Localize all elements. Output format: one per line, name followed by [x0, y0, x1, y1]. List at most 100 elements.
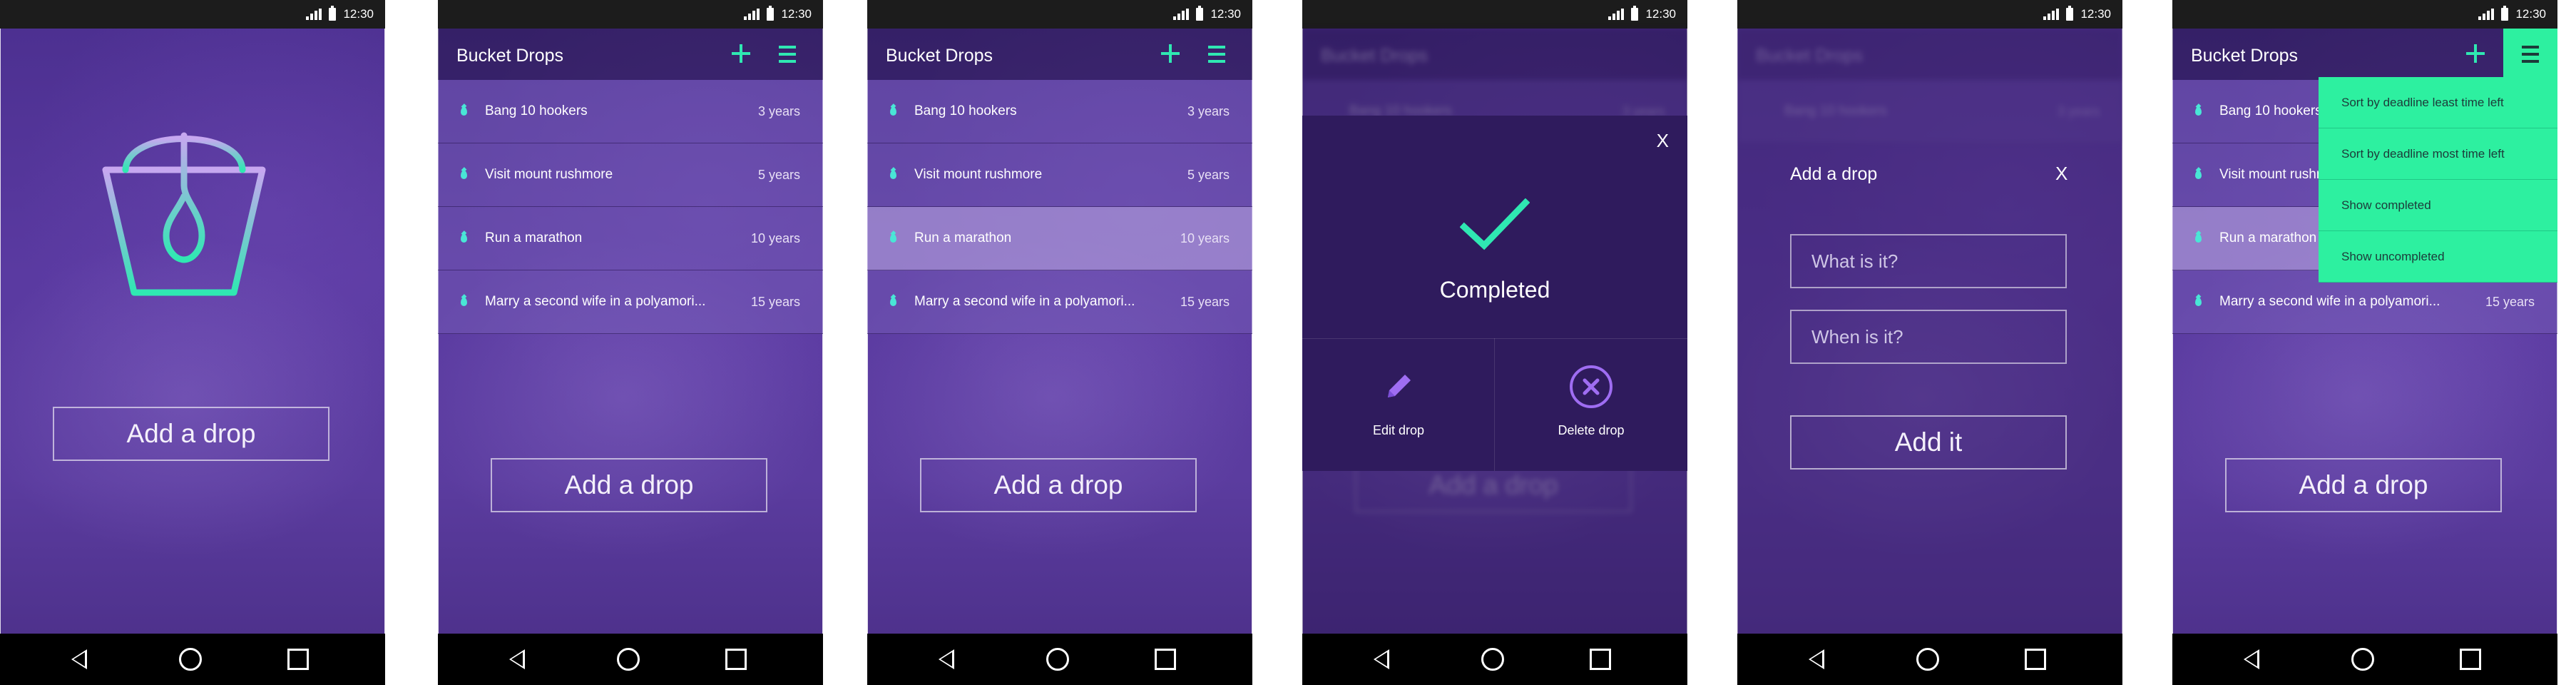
- battery-icon: [1631, 6, 1639, 21]
- bucket-logo-icon: [102, 132, 266, 296]
- status-bar: 12:30: [438, 0, 823, 29]
- plus-icon[interactable]: [730, 43, 752, 64]
- plus-icon[interactable]: [1160, 43, 1181, 64]
- what-input[interactable]: What is it?: [1790, 234, 2067, 288]
- menu-icon[interactable]: [2522, 46, 2539, 63]
- list-item[interactable]: Bang 10 hookers 3 years: [438, 80, 823, 143]
- back-icon[interactable]: [939, 649, 954, 669]
- list-item[interactable]: Visit mount rushmore 5 years: [438, 143, 823, 207]
- list-item-selected[interactable]: Run a marathon 10 years: [867, 207, 1252, 270]
- drop-title: Marry a second wife in a polyamori...: [914, 294, 1135, 309]
- home-icon[interactable]: [617, 648, 640, 671]
- show-uncompleted[interactable]: Show uncompleted: [2319, 231, 2557, 283]
- drop-icon: [2195, 107, 2202, 116]
- home-icon[interactable]: [1916, 648, 1939, 671]
- signal-icon: [306, 9, 322, 20]
- drop-icon: [890, 171, 896, 179]
- signal-icon: [1608, 9, 1625, 20]
- recent-apps-icon[interactable]: [2025, 649, 2046, 670]
- app-bar: Bucket Drops: [2172, 29, 2557, 80]
- back-icon[interactable]: [2244, 649, 2259, 669]
- app-title: Bucket Drops: [456, 46, 564, 66]
- plus-icon[interactable]: [2465, 43, 2486, 64]
- drop-title: Marry a second wife in a polyamori...: [2219, 294, 2440, 309]
- drop-icon: [2195, 171, 2202, 179]
- recent-apps-icon[interactable]: [1155, 649, 1176, 670]
- home-icon[interactable]: [2351, 648, 2374, 671]
- signal-icon: [744, 9, 760, 20]
- edit-drop-label: Edit drop: [1372, 423, 1425, 437]
- when-input[interactable]: When is it?: [1790, 310, 2067, 364]
- list-item[interactable]: Marry a second wife in a polyamori... 15 …: [438, 270, 823, 334]
- recent-apps-icon[interactable]: [725, 649, 747, 670]
- battery-icon: [2501, 6, 2509, 21]
- delete-drop-button[interactable]: Delete drop: [1495, 339, 1687, 471]
- list-item[interactable]: Run a marathon 10 years: [438, 207, 823, 270]
- status-bar: 12:30: [1302, 0, 1687, 29]
- close-icon[interactable]: X: [2055, 163, 2068, 185]
- drop-due: 15 years: [1180, 295, 1230, 309]
- add-drop-button[interactable]: Add a drop: [53, 407, 329, 461]
- drop-icon: [890, 107, 896, 116]
- drop-title: Run a marathon: [485, 230, 583, 245]
- battery-icon: [2066, 6, 2074, 21]
- drop-title: Marry a second wife in a polyamori...: [485, 294, 706, 309]
- sort-most-time-left[interactable]: Sort by deadline most time left: [2319, 128, 2557, 180]
- drop-title: Visit mount rushmore: [914, 167, 1043, 182]
- menu-button-active[interactable]: [2503, 29, 2557, 80]
- nav-bar: [867, 634, 1252, 685]
- list-item[interactable]: Bang 10 hookers 3 years: [867, 80, 1252, 143]
- recent-apps-icon[interactable]: [1590, 649, 1611, 670]
- nav-bar: [1737, 634, 2122, 685]
- drop-due: 3 years: [757, 104, 800, 118]
- screen-sort-menu: 12:30 Bucket Drops Bang 10 hookers3 year…: [2172, 0, 2557, 685]
- menu-icon[interactable]: [1208, 46, 1225, 63]
- drop-icon: [2195, 298, 2202, 306]
- sort-menu: Sort by deadline least time left Sort by…: [2319, 77, 2557, 283]
- drop-due: 10 years: [1180, 231, 1230, 245]
- screen-list: 12:30 Bucket Drops Bang 10 hookers 3 year…: [438, 0, 823, 685]
- drop-list: Bang 10 hookers 3 years Visit mount rushm…: [438, 80, 823, 334]
- show-completed[interactable]: Show completed: [2319, 180, 2557, 231]
- sort-least-time-left[interactable]: Sort by deadline least time left: [2319, 77, 2557, 128]
- status-time: 12:30: [1645, 7, 1676, 21]
- add-drop-button[interactable]: Add a drop: [491, 458, 767, 512]
- status-bar: 12:30: [867, 0, 1252, 29]
- back-icon[interactable]: [1374, 649, 1389, 669]
- recent-apps-icon[interactable]: [2460, 649, 2481, 670]
- app-bar: Bucket Drops: [867, 29, 1252, 80]
- drop-title: Bang 10 hookers: [485, 103, 588, 118]
- list-item[interactable]: Visit mount rushmore 5 years: [867, 143, 1252, 207]
- app-bar: Bucket Drops: [438, 29, 823, 80]
- status-bar: 12:30: [1737, 0, 2122, 29]
- add-dialog-title: Add a drop: [1790, 164, 1878, 184]
- close-icon[interactable]: X: [1657, 130, 1669, 152]
- completed-status: Completed: [1439, 277, 1550, 303]
- menu-icon[interactable]: [779, 46, 796, 63]
- app-title: Bucket Drops: [886, 46, 993, 66]
- add-drop-button[interactable]: Add a drop: [2225, 458, 2502, 512]
- app-title: Bucket Drops: [2191, 46, 2299, 66]
- edit-drop-button[interactable]: Edit drop: [1302, 339, 1495, 471]
- home-icon[interactable]: [1046, 648, 1069, 671]
- status-bar: 12:30: [2172, 0, 2557, 29]
- status-time: 12:30: [1210, 7, 1241, 21]
- back-icon[interactable]: [509, 649, 525, 669]
- nav-bar: [2172, 634, 2557, 685]
- add-drop-button[interactable]: Add a drop: [920, 458, 1197, 512]
- drop-icon: [461, 298, 467, 306]
- drop-due: 5 years: [757, 168, 800, 182]
- home-icon[interactable]: [1481, 648, 1504, 671]
- battery-icon: [767, 6, 775, 21]
- back-icon[interactable]: [1809, 649, 1824, 669]
- drop-title: Run a marathon: [914, 230, 1012, 245]
- home-icon[interactable]: [179, 648, 202, 671]
- signal-icon: [1173, 9, 1190, 20]
- delete-drop-label: Delete drop: [1558, 423, 1625, 437]
- back-icon[interactable]: [71, 649, 87, 669]
- drop-list: Bang 10 hookers 3 years Visit mount rushm…: [867, 80, 1252, 334]
- add-it-button[interactable]: Add it: [1790, 415, 2067, 470]
- drop-icon: [461, 107, 467, 116]
- list-item[interactable]: Marry a second wife in a polyamori... 15 …: [867, 270, 1252, 334]
- recent-apps-icon[interactable]: [287, 649, 309, 670]
